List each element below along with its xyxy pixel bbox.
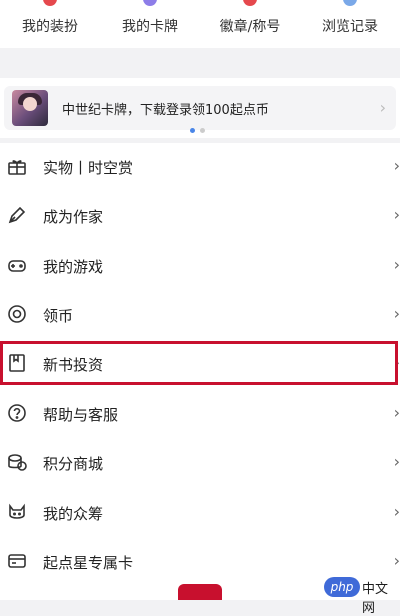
coin-icon: [6, 303, 28, 325]
chevron-right-icon: ›: [393, 502, 400, 521]
shortcut-label: 我的装扮: [22, 19, 78, 35]
menu-item-label: 帮助与客服: [43, 406, 119, 424]
banner-pager: [190, 128, 210, 134]
menu-item-points-mall[interactable]: 积分商城 ›: [0, 439, 400, 489]
promo-text: 中世纪卡牌，下载登录领100起点币: [62, 103, 269, 118]
menu-item-label: 新书投资: [43, 356, 104, 374]
shortcut-badges-titles[interactable]: 徽章/称号: [200, 0, 300, 48]
pager-dot: [200, 128, 205, 133]
help-icon: [6, 402, 28, 424]
menu-list: 实物丨时空赏 › 成为作家 › 我的游戏 › 领币 › 新书投资 › 帮助与客服: [0, 143, 400, 600]
gift-icon: [6, 155, 28, 177]
promo-thumbnail: [12, 90, 48, 126]
badge-icon: [243, 0, 257, 6]
chevron-right-icon: ›: [393, 452, 400, 471]
chevron-right-icon: ›: [393, 403, 400, 422]
section-divider: [0, 48, 400, 60]
card-icon: [6, 550, 28, 572]
menu-item-label: 起点星专属卡: [43, 554, 134, 572]
menu-item-label: 我的游戏: [43, 258, 104, 276]
chevron-right-icon: ›: [393, 205, 400, 224]
shortcut-history[interactable]: 浏览记录: [300, 0, 400, 48]
history-icon: [343, 0, 357, 6]
pager-dot-active: [190, 128, 195, 133]
chevron-right-icon: ›: [379, 98, 386, 117]
php-logo-icon: php: [324, 577, 360, 597]
shortcut-label: 徽章/称号: [219, 19, 281, 35]
menu-item-label: 我的众筹: [43, 505, 104, 523]
menu-item-label: 实物丨时空赏: [43, 159, 134, 177]
watermark: php 中文网: [324, 576, 394, 616]
shortcut-my-cards[interactable]: 我的卡牌: [100, 0, 200, 48]
points-icon: [6, 451, 28, 473]
pen-icon: [6, 204, 28, 226]
top-shortcut-bar: 我的装扮 我的卡牌 徽章/称号 浏览记录: [0, 0, 400, 48]
chevron-right-icon: ›: [393, 304, 400, 323]
menu-item-help-support[interactable]: 帮助与客服 ›: [0, 390, 400, 440]
shortcut-label: 我的卡牌: [122, 19, 178, 35]
promo-banner-card[interactable]: 中世纪卡牌，下载登录领100起点币 ›: [4, 86, 396, 130]
watermark-text: 中文网: [362, 582, 389, 616]
menu-item-my-crowdfunding[interactable]: 我的众筹 ›: [0, 489, 400, 539]
shortcut-label: 浏览记录: [322, 19, 378, 35]
shortcut-my-dress-up[interactable]: 我的装扮: [0, 0, 100, 48]
menu-item-become-writer[interactable]: 成为作家 ›: [0, 192, 400, 242]
menu-item-my-games[interactable]: 我的游戏 ›: [0, 242, 400, 292]
chevron-right-icon: ›: [393, 353, 400, 372]
menu-item-rewards[interactable]: 实物丨时空赏 ›: [0, 143, 400, 193]
cards-icon: [143, 0, 157, 6]
menu-item-claim-coins[interactable]: 领币 ›: [0, 291, 400, 341]
chevron-right-icon: ›: [393, 255, 400, 274]
cat-icon: [6, 501, 28, 523]
promo-banner: 中世纪卡牌，下载登录领100起点币 ›: [0, 78, 400, 138]
menu-item-label: 积分商城: [43, 455, 104, 473]
mascot-logo: [178, 584, 222, 600]
menu-item-label: 领币: [43, 307, 74, 325]
chevron-right-icon: ›: [393, 551, 400, 570]
chevron-right-icon: ›: [393, 156, 400, 175]
menu-item-label: 成为作家: [43, 208, 104, 226]
dress-up-icon: [43, 0, 57, 6]
bookmark-icon: [6, 352, 28, 374]
gamepad-icon: [6, 254, 28, 276]
menu-item-new-book-investment[interactable]: 新书投资 ›: [0, 340, 400, 390]
